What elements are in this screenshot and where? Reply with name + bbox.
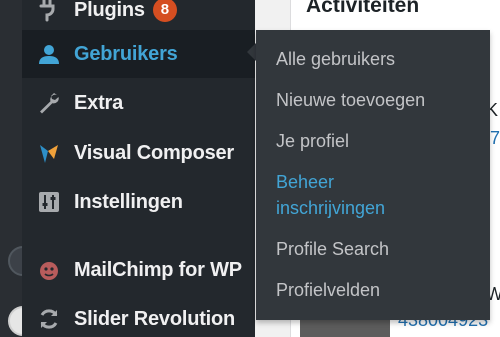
menu-item-label: Instellingen [74, 190, 183, 213]
submenu-item-manage-subscriptions[interactable]: Beheer inschrijvingen [276, 169, 426, 221]
menu-item-label: Extra [74, 91, 124, 114]
menu-item-label: Slider Revolution [74, 307, 236, 330]
wrench-icon [36, 90, 62, 116]
visual-composer-icon [36, 140, 62, 166]
left-edge [0, 0, 38, 337]
admin-menu: Plugins 8 Gebruikers Extra Visual Compose… [22, 0, 255, 337]
update-count-badge: 8 [152, 0, 177, 22]
users-submenu: Alle gebruikers Nieuwe toevoegen Je prof… [256, 30, 490, 320]
submenu-item-your-profile[interactable]: Je profiel [276, 128, 349, 154]
submenu-item-profile-fields[interactable]: Profielvelden [276, 277, 380, 303]
menu-item-label: MailChimp for WP [74, 258, 242, 281]
menu-item-users[interactable]: Gebruikers [22, 30, 255, 78]
menu-item-tools[interactable]: Extra [22, 79, 255, 127]
menu-item-settings[interactable]: Instellingen [22, 178, 255, 226]
submenu-pointer [247, 43, 256, 61]
menu-item-visual-composer[interactable]: Visual Composer [22, 129, 255, 177]
mailchimp-icon [36, 257, 62, 283]
plugin-icon [36, 0, 62, 23]
menu-item-label: Gebruikers [74, 42, 178, 65]
users-icon [36, 41, 62, 67]
menu-item-slider-revolution[interactable]: Slider Revolution [22, 295, 255, 337]
menu-item-plugins[interactable]: Plugins 8 [22, 0, 255, 34]
submenu-item-all-users[interactable]: Alle gebruikers [276, 46, 395, 72]
panel-title: Activiteiten [306, 0, 420, 17]
submenu-item-add-new[interactable]: Nieuwe toevoegen [276, 87, 425, 113]
submenu-item-profile-search[interactable]: Profile Search [276, 236, 389, 262]
menu-item-mailchimp[interactable]: MailChimp for WP [22, 246, 255, 294]
settings-sliders-icon [36, 189, 62, 215]
menu-item-label: Visual Composer [74, 141, 235, 164]
refresh-icon [36, 306, 62, 332]
menu-item-label: Plugins [74, 0, 145, 21]
